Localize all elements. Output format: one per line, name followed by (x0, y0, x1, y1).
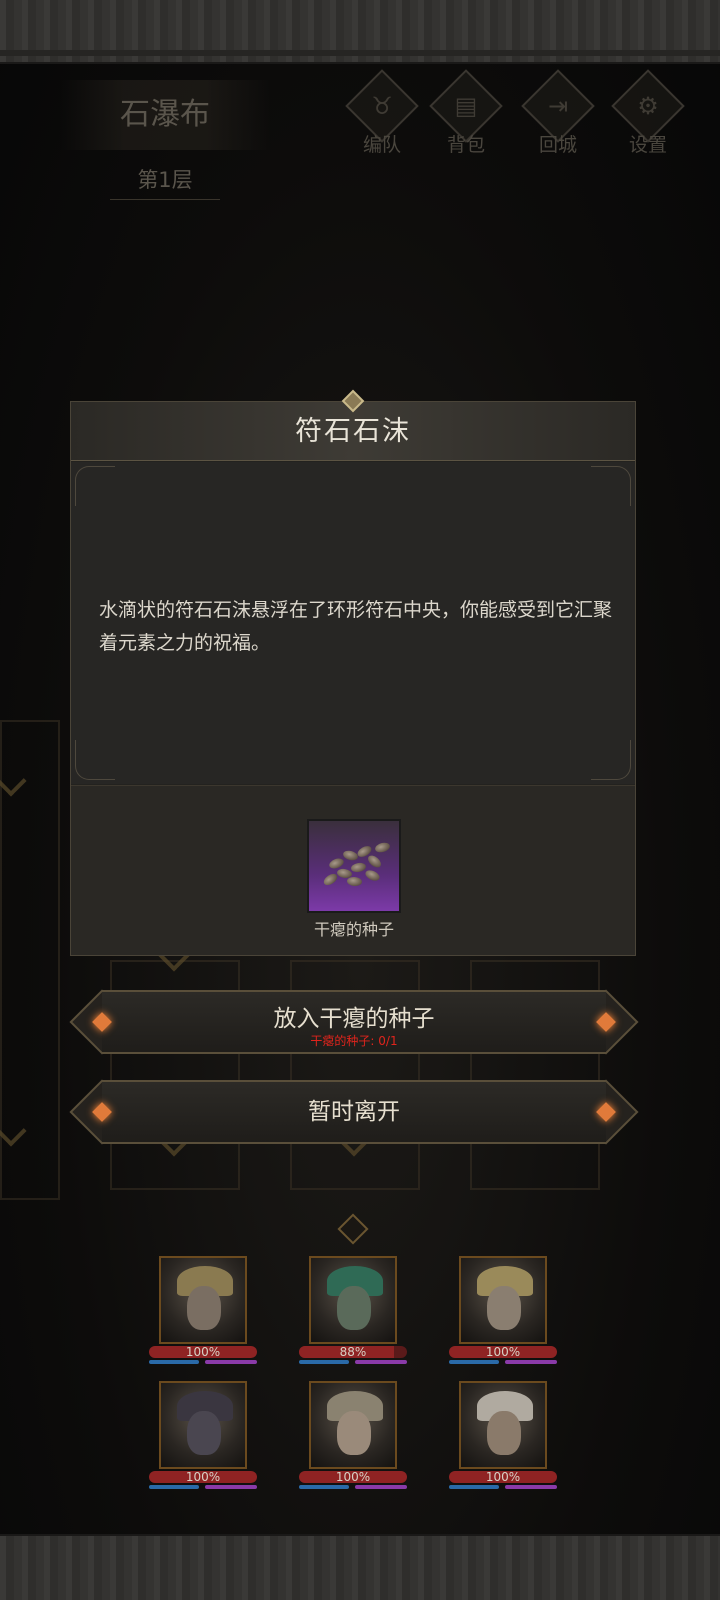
party-member[interactable]: 100% (449, 1381, 557, 1491)
leave-label: 暂时离开 (308, 1099, 400, 1125)
settings-button[interactable]: ⚙ 设置 (608, 69, 688, 160)
seed-requirement: 干瘪的种子: 0/1 (310, 1034, 398, 1048)
game-screen: 石瀑布 第1层 ♉ 编队 ▤ 背包 ⇥ 回城 ⚙ 设置 符石石沫 水滴状的符石石… (0, 0, 720, 1600)
item-name: 干瘪的种子 (313, 920, 394, 939)
hero-portrait (309, 1256, 397, 1344)
party-member[interactable]: 88% (299, 1256, 407, 1366)
bottom-stone-frame (0, 1534, 720, 1600)
top-stone-frame (0, 0, 720, 64)
party-member[interactable]: 100% (449, 1256, 557, 1366)
bag-icon: ▤ (454, 92, 478, 120)
hero-portrait (309, 1381, 397, 1469)
hero-portrait (459, 1256, 547, 1344)
dialog-body: 水滴状的符石石沫悬浮在了环形符石中央，你能感受到它汇聚着元素之力的祝福。 (71, 462, 635, 784)
horned-skull-icon: ♉ (371, 92, 393, 120)
party-member[interactable]: 100% (299, 1381, 407, 1491)
party-marker-icon (337, 1213, 369, 1245)
hp-text: 100% (485, 1470, 521, 1484)
location-name: 石瀑布 (60, 80, 270, 150)
hp-text: 100% (335, 1470, 371, 1484)
event-dialog: 符石石沫 水滴状的符石石沫悬浮在了环形符石中央，你能感受到它汇聚着元素之力的祝福… (70, 401, 636, 956)
return-town-button[interactable]: ⇥ 回城 (518, 69, 598, 160)
hero-portrait (159, 1381, 247, 1469)
team-button[interactable]: ♉ 编队 (342, 69, 422, 160)
hp-text: 100% (185, 1470, 221, 1484)
leave-button[interactable]: 暂时离开 (69, 1079, 639, 1145)
hp-text: 100% (485, 1345, 521, 1359)
hero-portrait (459, 1381, 547, 1469)
floor-label: 第1层 (110, 160, 220, 200)
gear-icon: ⚙ (637, 92, 659, 120)
dialog-description: 水滴状的符石石沫悬浮在了环形符石中央，你能感受到它汇聚着元素之力的祝福。 (99, 599, 613, 654)
door-exit-icon: ⇥ (547, 92, 569, 120)
hp-text: 88% (339, 1345, 367, 1359)
hp-text: 100% (185, 1345, 221, 1359)
place-seed-button[interactable]: 放入干瘪的种子 干瘪的种子: 0/1 (69, 989, 639, 1055)
reward-area: 干瘪的种子 (71, 785, 635, 955)
party-member[interactable]: 100% (149, 1381, 257, 1491)
hero-portrait (159, 1256, 247, 1344)
item-slot[interactable] (307, 819, 401, 913)
backpack-button[interactable]: ▤ 背包 (426, 69, 506, 160)
party-member[interactable]: 100% (149, 1256, 257, 1366)
